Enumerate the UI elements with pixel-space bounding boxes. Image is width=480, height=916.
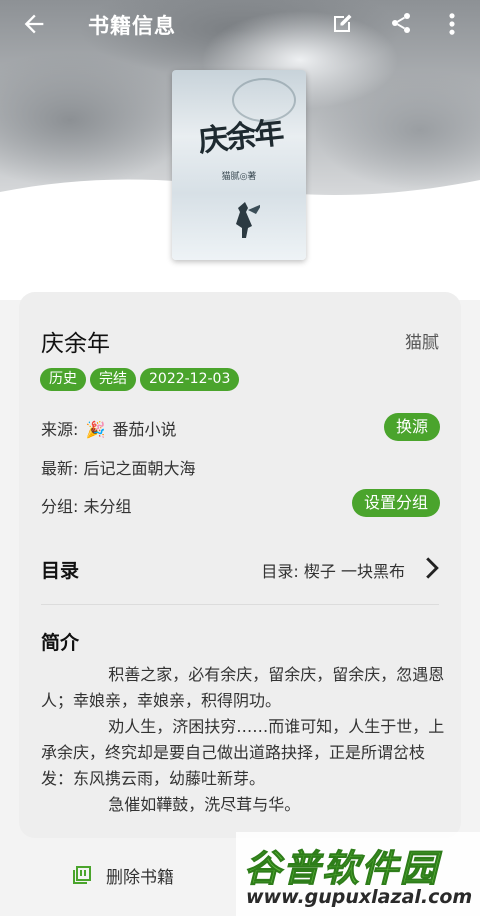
tag-category: 历史 bbox=[40, 368, 86, 391]
share-icon[interactable] bbox=[389, 11, 413, 35]
toc-label[interactable]: 目录 bbox=[41, 556, 79, 583]
source-row: 来源: 🎉 番茄小说 bbox=[41, 416, 177, 440]
page-title: 书籍信息 bbox=[88, 14, 176, 38]
book-info-card: 庆余年 猫腻 历史 完结 2022-12-03 来源: 🎉 番茄小说 换源 最新… bbox=[19, 292, 461, 838]
intro-paragraph: 积善之家，必有余庆，留余庆，留余庆，忽遇恩人；幸娘亲，幸娘亲，积得阴功。 bbox=[41, 665, 445, 710]
delete-book-icon[interactable] bbox=[72, 865, 92, 885]
group-row: 分组: 未分组 bbox=[41, 497, 132, 516]
tag-list: 历史 完结 2022-12-03 bbox=[40, 368, 240, 391]
watermark-url: www.gupuxlazal.com bbox=[246, 886, 473, 908]
book-title: 庆余年 bbox=[41, 331, 110, 357]
cover-title: 庆余年 bbox=[196, 115, 284, 160]
divider bbox=[41, 604, 439, 605]
site-watermark: 谷普软件园 www.gupuxlazal.com bbox=[236, 832, 480, 916]
intro-label: 简介 bbox=[41, 632, 80, 654]
edit-icon[interactable] bbox=[330, 12, 354, 36]
toc-value[interactable]: 目录: 楔子 一块黑布 bbox=[261, 558, 405, 582]
arrow-back-icon[interactable] bbox=[20, 10, 48, 38]
party-popper-icon: 🎉 bbox=[85, 420, 106, 439]
more-vert-icon[interactable] bbox=[443, 10, 461, 38]
intro-text: 积善之家，必有余庆，留余庆，留余庆，忽遇恩人；幸娘亲，幸娘亲，积得阴功。 劝人生… bbox=[41, 662, 449, 818]
book-author[interactable]: 猫腻 bbox=[405, 328, 439, 353]
intro-paragraph: 劝人生，济困扶穷……而谁可知，人生于世，上承余庆，终究却是要自己做出道路抉择，正… bbox=[41, 717, 445, 788]
chevron-right-icon[interactable] bbox=[423, 556, 441, 580]
latest-chapter: 最新: 后记之面朝大海 bbox=[41, 459, 196, 478]
change-source-button[interactable]: 换源 bbox=[383, 413, 440, 441]
cover-figure-illustration bbox=[236, 202, 260, 238]
book-cover-image[interactable]: 庆余年 猫腻◎著 bbox=[172, 70, 306, 260]
top-app-bar: 书籍信息 bbox=[0, 0, 480, 48]
source-label: 来源: bbox=[41, 420, 79, 439]
cover-author: 猫腻◎著 bbox=[221, 172, 257, 182]
watermark-logo-text: 谷普软件园 bbox=[244, 847, 439, 891]
source-value: 番茄小说 bbox=[112, 420, 177, 439]
delete-book-button[interactable]: 删除书籍 bbox=[106, 863, 174, 888]
intro-paragraph: 急催如鞾鼓，洗尽茸与华。 bbox=[108, 795, 301, 814]
tag-date: 2022-12-03 bbox=[140, 368, 240, 391]
set-group-button[interactable]: 设置分组 bbox=[351, 489, 440, 517]
tag-status: 完结 bbox=[90, 368, 136, 391]
